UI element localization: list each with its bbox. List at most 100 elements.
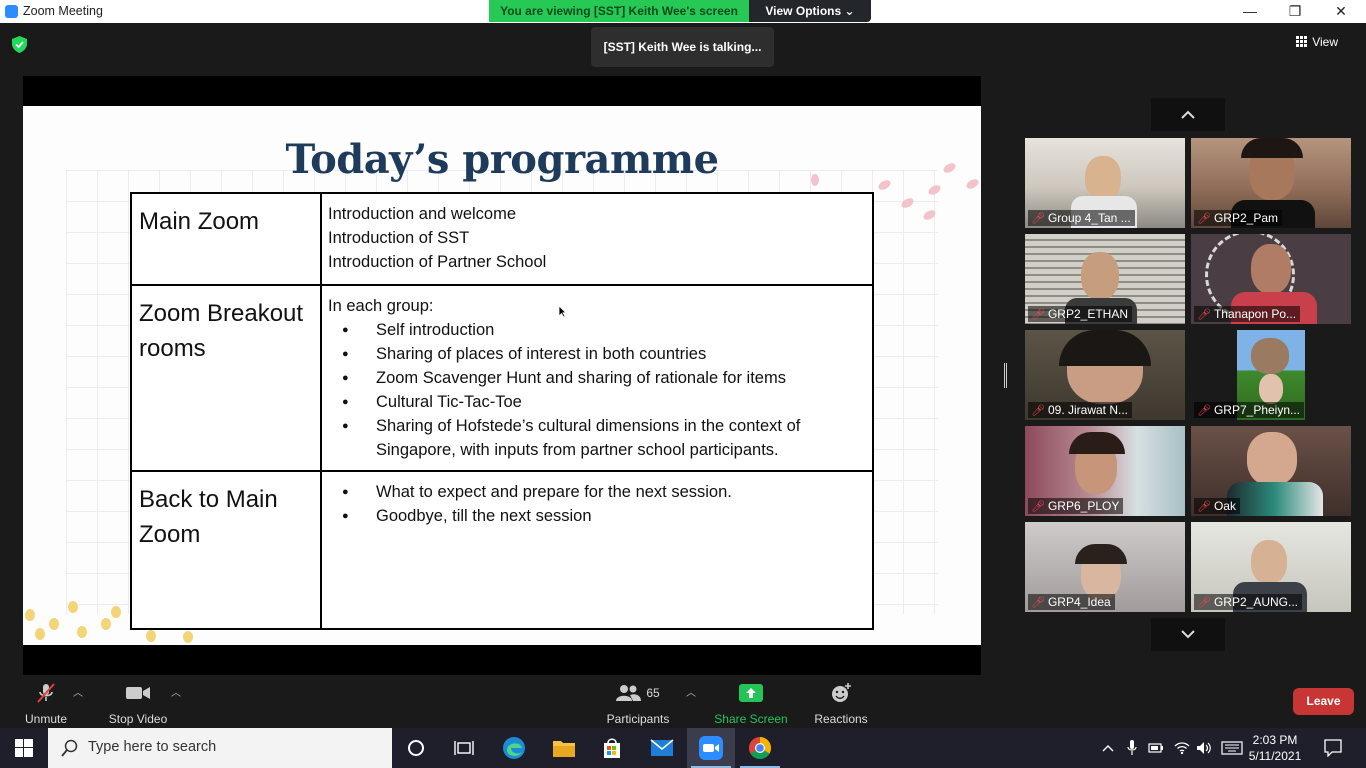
participant-tile[interactable]: 🎤︎ GRP7_Pheiyn...	[1191, 330, 1351, 420]
muted-mic-icon: 🎤︎	[1197, 309, 1211, 321]
participant-tile[interactable]: 🎤︎ GRP4_Idea	[1025, 522, 1185, 612]
chevron-down-icon: ⌄	[844, 4, 855, 18]
reactions-button[interactable]: Reactions	[812, 682, 870, 726]
viewing-banner: You are viewing [SST] Keith Wee's screen	[489, 0, 749, 22]
participants-icon	[616, 685, 642, 701]
participant-tile[interactable]: 🎤︎ 09. Jirawat N...	[1025, 330, 1185, 420]
decor-dot	[101, 618, 111, 630]
search-icon	[61, 739, 78, 757]
reactions-label: Reactions	[814, 712, 868, 726]
audio-options-caret-icon[interactable]: ︿	[73, 684, 83, 699]
participants-options-caret-icon[interactable]: ︿	[686, 684, 696, 699]
participant-tile[interactable]: 🎤︎ Thanapon Po...	[1191, 234, 1351, 324]
participant-tile[interactable]: 🎤︎ GRP2_Pam	[1191, 138, 1351, 228]
muted-mic-icon: 🎤︎	[1031, 405, 1045, 417]
wifi-icon[interactable]	[1174, 741, 1190, 755]
taskbar-clock[interactable]: 2:03 PM 5/11/2021	[1244, 732, 1306, 764]
row-label: Back to Main Zoom	[130, 470, 322, 630]
store-app-button[interactable]	[588, 728, 636, 768]
unmute-button[interactable]: Unmute	[20, 682, 72, 726]
clock-date: 5/11/2021	[1248, 749, 1302, 763]
bullet-item: Sharing of Hofstede’s cultural dimension…	[328, 414, 866, 462]
meeting-area: [SST] Keith Wee is talking... View Today…	[0, 23, 1366, 678]
participant-name-tag: 🎤︎ GRP4_Idea	[1028, 594, 1115, 610]
muted-mic-icon: 🎤︎	[1197, 597, 1211, 609]
chevron-down-icon	[1181, 630, 1195, 639]
minimize-button[interactable]: —	[1227, 0, 1273, 23]
start-button[interactable]	[0, 728, 48, 768]
participant-name-tag: 🎤︎ GRP6_PLOY	[1028, 498, 1124, 514]
battery-icon[interactable]	[1148, 742, 1164, 754]
security-shield-icon[interactable]	[12, 36, 27, 53]
gallery-scroll-down-button[interactable]	[1151, 618, 1225, 651]
decor-dot	[77, 626, 87, 638]
decor-dot	[146, 630, 156, 642]
decor-dot	[68, 601, 78, 613]
search-placeholder: Type here to search	[88, 739, 217, 755]
close-button[interactable]: ✕	[1318, 0, 1364, 23]
cortana-circle-icon	[408, 740, 424, 756]
participant-name-tag: 🎤︎ Group 4_Tan ...	[1028, 210, 1135, 226]
stop-video-button[interactable]: Stop Video	[106, 682, 170, 726]
edge-app-button[interactable]	[490, 728, 538, 768]
participant-face	[1247, 432, 1297, 486]
participant-tile[interactable]: 🎤︎ GRP2_AUNG...	[1191, 522, 1351, 612]
participant-name-tag: 🎤︎ GRP2_ETHAN	[1028, 306, 1132, 322]
table-row: Back to Main Zoom What to expect and pre…	[130, 470, 874, 630]
muted-mic-icon: 🎤︎	[1031, 213, 1045, 225]
file-explorer-button[interactable]	[540, 728, 588, 768]
folder-icon	[553, 741, 575, 757]
background-dog	[1251, 338, 1289, 374]
muted-mic-icon: 🎤︎	[1031, 501, 1045, 513]
decor-dot	[49, 618, 59, 630]
view-options-label: View Options	[765, 4, 842, 18]
zoom-app-button[interactable]	[687, 728, 735, 768]
video-options-caret-icon[interactable]: ︿	[171, 684, 181, 699]
muted-mic-icon: 🎤︎	[1197, 213, 1211, 225]
table-row: Zoom Breakout rooms In each group: Self …	[130, 284, 874, 472]
decor-dot	[35, 628, 45, 640]
gallery-scroll-up-button[interactable]	[1151, 98, 1225, 131]
keyboard-icon[interactable]	[1221, 741, 1243, 755]
muted-mic-icon: 🎤︎	[1031, 309, 1045, 321]
panel-resize-handle[interactable]	[1004, 363, 1007, 388]
chrome-browser-icon	[749, 737, 771, 759]
cortana-button[interactable]	[392, 728, 440, 768]
participant-face	[1081, 252, 1119, 300]
show-hidden-icons-chevron-icon[interactable]	[1102, 744, 1114, 752]
task-view-icon	[454, 741, 474, 755]
content-line: Introduction of Partner School	[328, 253, 547, 271]
microphone-tray-icon[interactable]	[1127, 740, 1137, 756]
shared-screen: Today’s programme Main Zoom Introduction…	[23, 76, 981, 675]
notifications-icon[interactable]	[1324, 739, 1342, 757]
participants-button[interactable]: 65 Participants	[604, 682, 672, 726]
view-button[interactable]: View	[1296, 35, 1338, 49]
table-row: Main Zoom Introduction and welcome Intro…	[130, 192, 874, 286]
participant-name-tag: 🎤︎ 09. Jirawat N...	[1028, 402, 1132, 418]
muted-mic-icon: 🎤︎	[1031, 597, 1045, 609]
restore-button[interactable]: ❐	[1272, 0, 1318, 23]
leave-button[interactable]: Leave	[1293, 688, 1354, 715]
participant-tile[interactable]: 🎤︎ Oak	[1191, 426, 1351, 516]
unmute-label: Unmute	[24, 712, 68, 726]
task-view-button[interactable]	[440, 728, 488, 768]
mail-envelope-icon	[650, 739, 674, 756]
volume-icon[interactable]	[1196, 741, 1212, 755]
view-options-button[interactable]: View Options ⌄	[749, 0, 871, 22]
taskbar-search-box[interactable]: Type here to search	[48, 728, 392, 768]
bullet-item: Goodbye, till the next session	[328, 504, 866, 528]
bullet-item: Self introduction	[328, 318, 866, 342]
participant-tile[interactable]: 🎤︎ Group 4_Tan ...	[1025, 138, 1185, 228]
participant-name: GRP2_ETHAN	[1047, 307, 1128, 321]
participant-tile[interactable]: 🎤︎ GRP6_PLOY	[1025, 426, 1185, 516]
view-label: View	[1312, 35, 1338, 49]
participant-tile[interactable]: 🎤︎ GRP2_ETHAN	[1025, 234, 1185, 324]
participant-name: GRP2_AUNG...	[1213, 595, 1298, 609]
bullet-list: Self introduction Sharing of places of i…	[328, 318, 866, 462]
share-screen-button[interactable]: Share Screen	[714, 682, 788, 726]
participant-name: GRP4_Idea	[1047, 595, 1111, 609]
window-title: Zoom Meeting	[23, 4, 103, 18]
mail-app-button[interactable]	[638, 728, 686, 768]
content-line: Introduction and welcome	[328, 205, 517, 223]
chrome-app-button[interactable]	[736, 728, 784, 768]
